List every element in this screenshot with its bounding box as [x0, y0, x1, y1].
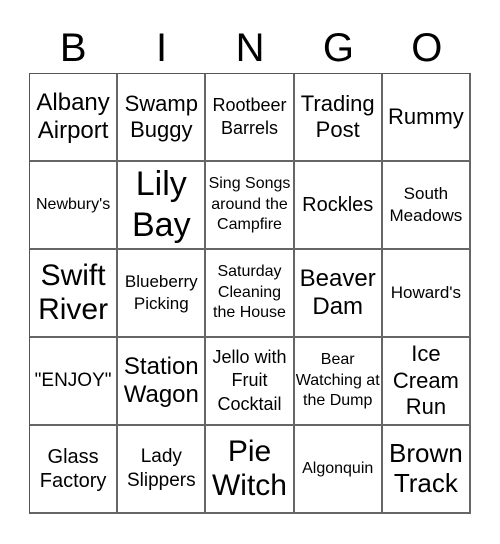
bingo-cell[interactable]: Trading Post	[294, 74, 383, 162]
bingo-cell[interactable]: Bear Watching at the Dump	[294, 338, 383, 426]
header-letter-n: N	[235, 26, 265, 70]
bingo-cell[interactable]: Howard's	[382, 250, 471, 338]
bingo-cell[interactable]: South Meadows	[382, 162, 471, 250]
bingo-cell[interactable]: Blueberry Picking	[118, 250, 207, 338]
bingo-cell[interactable]: "ENJOY"	[30, 338, 119, 426]
bingo-cell[interactable]: Algonquin	[294, 426, 383, 514]
bingo-cell[interactable]: Brown Track	[382, 426, 471, 514]
bingo-cell[interactable]: Newbury's	[30, 162, 119, 250]
bingo-cell[interactable]: Saturday Cleaning the House	[206, 250, 295, 338]
bingo-cell[interactable]: Swift River	[30, 250, 119, 338]
bingo-cell[interactable]: Station Wagon	[118, 338, 207, 426]
bingo-cell[interactable]: Pie Witch	[206, 426, 295, 514]
bingo-header: B I N G O	[29, 22, 471, 74]
header-letter-i: I	[156, 26, 168, 70]
bingo-cell[interactable]: Rummy	[382, 74, 471, 162]
bingo-cell[interactable]: Lady Slippers	[118, 426, 207, 514]
header-letter-b: B	[59, 26, 87, 70]
header-letter-o: O	[411, 26, 443, 70]
bingo-cell[interactable]: Ice Cream Run	[382, 338, 471, 426]
header-letter-g: G	[322, 26, 354, 70]
bingo-cell[interactable]: Glass Factory	[30, 426, 119, 514]
bingo-cell[interactable]: Jello with Fruit Cocktail	[206, 338, 295, 426]
bingo-cell[interactable]: Beaver Dam	[294, 250, 383, 338]
bingo-cell[interactable]: Albany Airport	[30, 74, 119, 162]
bingo-cell[interactable]: Swamp Buggy	[118, 74, 207, 162]
bingo-cell[interactable]: Rockles	[294, 162, 383, 250]
bingo-cell[interactable]: Lily Bay	[118, 162, 207, 250]
bingo-cell[interactable]: Sing Songs around the Campfire	[206, 162, 295, 250]
bingo-cell[interactable]: Rootbeer Barrels	[206, 74, 295, 162]
bingo-card: Albany Airport Swamp Buggy Rootbeer Barr…	[29, 73, 471, 514]
